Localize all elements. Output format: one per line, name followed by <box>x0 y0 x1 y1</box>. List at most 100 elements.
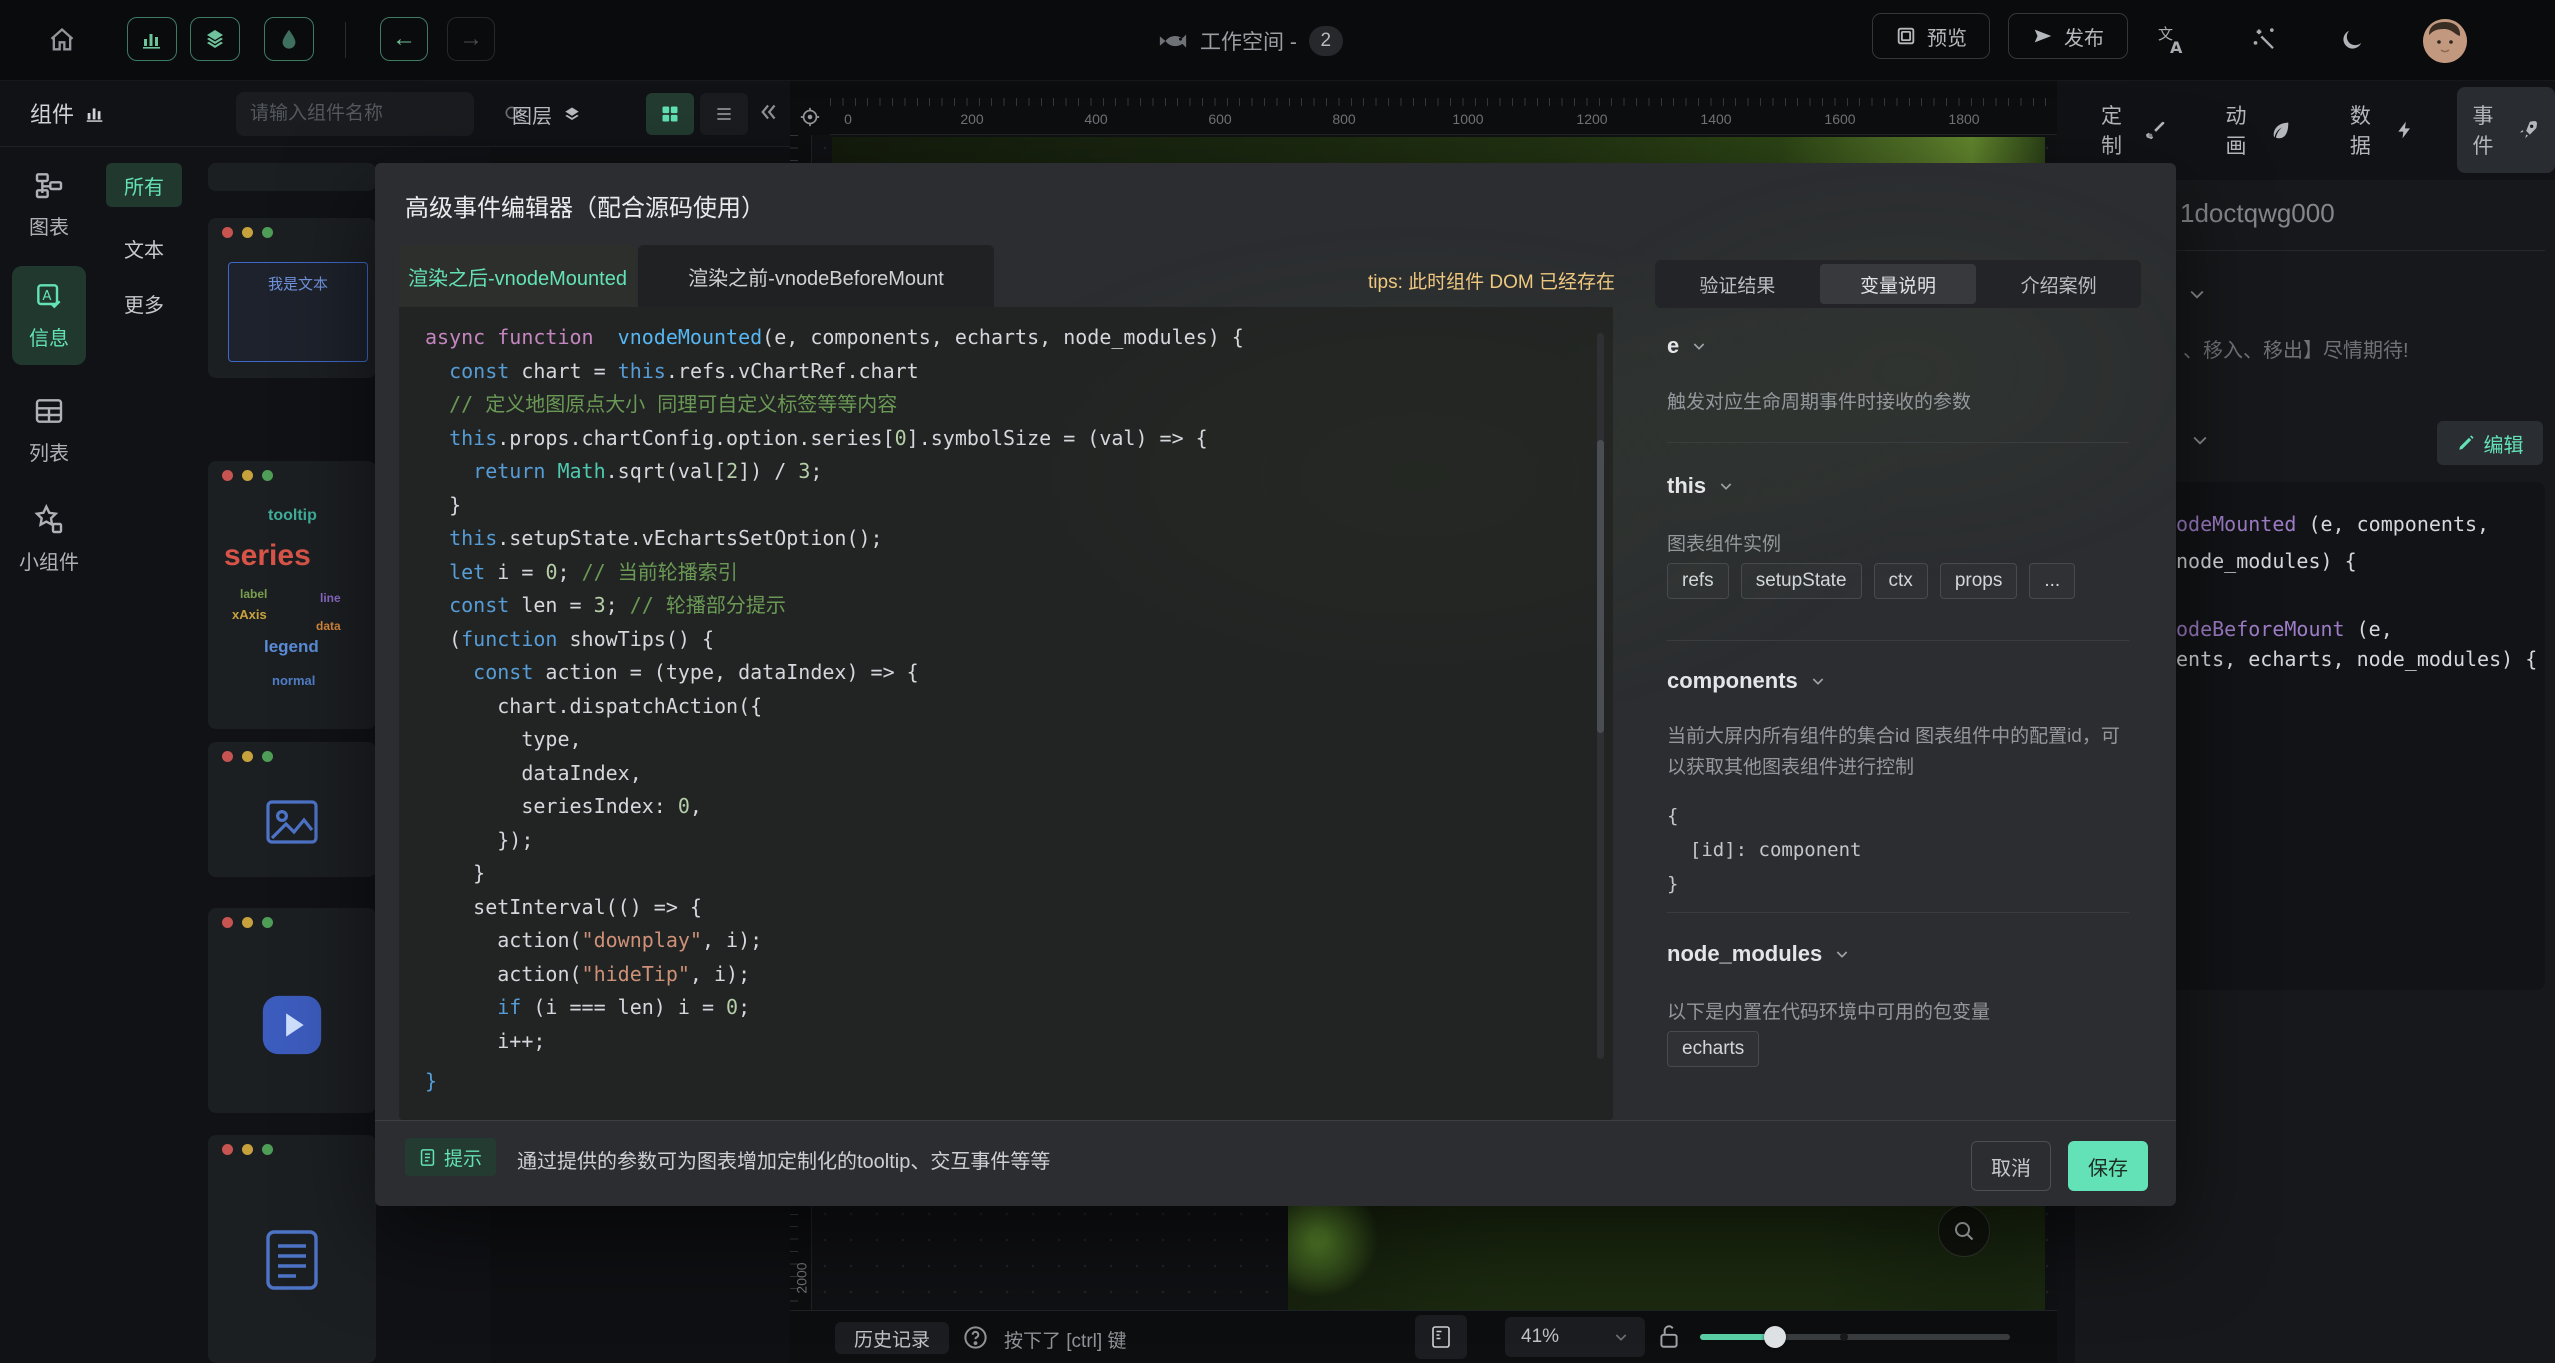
list-view-icon <box>714 104 734 124</box>
sidebar-item-charts[interactable]: 图表 <box>0 169 98 240</box>
chevron-down-icon <box>1718 478 1734 494</box>
sidebar-item-info[interactable]: A 信息 <box>12 266 86 365</box>
tab-variable-docs[interactable]: 变量说明 <box>1820 264 1977 304</box>
detail-panel-button[interactable] <box>1415 1315 1467 1359</box>
section-e[interactable]: e <box>1667 333 1707 359</box>
ruler-tick-label: 200 <box>960 111 983 127</box>
layers-mode-button[interactable] <box>190 17 240 61</box>
help-icon[interactable] <box>962 1324 989 1351</box>
layer-grid-view-button[interactable] <box>646 93 694 135</box>
collapse-panel-button[interactable] <box>754 97 780 127</box>
text-sample: 我是文本 <box>268 273 328 361</box>
tab-customize[interactable]: 定制 <box>2085 87 2183 173</box>
lock-icon[interactable] <box>1656 1322 1682 1352</box>
leaf-icon <box>2270 119 2292 141</box>
modal-title: 高级事件编辑器（配合源码使用） <box>405 188 765 223</box>
zoom-slider-thumb[interactable] <box>1764 1326 1786 1348</box>
tab-validation-result[interactable]: 验证结果 <box>1659 264 1816 304</box>
component-card-video[interactable] <box>208 908 376 1113</box>
category-all[interactable]: 所有 <box>106 163 182 207</box>
history-button[interactable]: 历史记录 <box>835 1322 949 1354</box>
section-this[interactable]: this <box>1667 473 1734 499</box>
docs-tabs: 验证结果 变量说明 介绍案例 <box>1655 260 2141 308</box>
section-components[interactable]: components <box>1667 668 1826 694</box>
component-card-text[interactable]: 我是文本 <box>208 218 376 378</box>
key-hint: 按下了 [ctrl] 键 <box>1004 1326 1126 1353</box>
ruler-corner[interactable] <box>790 98 830 135</box>
code-editor[interactable]: async function vnodeMounted(e, component… <box>399 307 1613 1120</box>
events-note: 、移入、移出】尽情期待! <box>2183 334 2409 363</box>
text-info-icon: A <box>33 280 65 312</box>
component-card-image[interactable] <box>208 742 376 877</box>
cancel-button[interactable]: 取消 <box>1971 1141 2051 1191</box>
undo-button[interactable]: ← <box>380 17 428 61</box>
redo-button[interactable]: → <box>447 17 495 61</box>
sidebar-item-list[interactable]: 列表 <box>0 395 98 466</box>
save-button[interactable]: 保存 <box>2068 1141 2148 1191</box>
search-input[interactable] <box>250 103 495 125</box>
code-lines[interactable]: async function vnodeMounted(e, component… <box>425 321 1583 1061</box>
section-this-desc: 图表组件实例 <box>1667 529 2129 560</box>
sidebar-item-widgets[interactable]: 小组件 <box>0 504 98 575</box>
components-title-label: 组件 <box>30 97 74 129</box>
chart-mode-button[interactable] <box>127 17 177 61</box>
tab-animation[interactable]: 动画 <box>2209 87 2307 173</box>
left-panel-header: 组件 图层 <box>0 81 790 147</box>
image-placeholder-icon <box>208 772 376 872</box>
publish-label: 发布 <box>2064 22 2104 51</box>
ruler-tick-label: 400 <box>1084 111 1107 127</box>
wordcloud-word: series <box>224 539 311 573</box>
components-title: 组件 <box>30 97 106 129</box>
canvas-content-top[interactable] <box>832 137 2045 163</box>
svg-text:A: A <box>2170 38 2183 56</box>
layer-list-view-button[interactable] <box>700 93 748 135</box>
workspace-label: 工作空间 - <box>1200 26 1297 56</box>
workspace-count-badge[interactable]: 2 <box>1309 26 1343 56</box>
magic-wand-button[interactable] <box>2244 20 2288 60</box>
tab-data[interactable]: 数据 <box>2334 87 2431 173</box>
variable-chip: ... <box>2029 563 2075 599</box>
tab-vnode-mounted[interactable]: 渲染之后-vnodeMounted <box>399 245 636 307</box>
preview-button[interactable]: 预览 <box>1872 13 1990 59</box>
component-card-partial[interactable] <box>208 163 376 191</box>
wordcloud-word: legend <box>264 637 319 657</box>
browser-window-icon <box>1895 25 1917 47</box>
sidebar-item-label: 信息 <box>29 322 69 351</box>
lightning-icon <box>2395 119 2415 141</box>
edit-event-button[interactable]: 编辑 <box>2437 421 2543 465</box>
category-text[interactable]: 文本 <box>106 226 182 270</box>
dark-mode-button[interactable] <box>2330 20 2374 60</box>
home-button[interactable] <box>38 16 86 64</box>
component-card-wordcloud[interactable]: tooltipseriesxAxislinelabellegenddatanor… <box>208 461 376 729</box>
canvas-content-bottom[interactable] <box>1288 1206 2045 1310</box>
variable-chip: refs <box>1667 563 1729 599</box>
send-icon <box>2032 25 2054 47</box>
editor-scrollbar <box>1597 333 1604 1059</box>
chevron-down-icon[interactable] <box>2190 430 2210 450</box>
tab-label: 动画 <box>2225 100 2260 160</box>
section-node-modules[interactable]: node_modules <box>1667 941 1850 967</box>
zoom-slider[interactable] <box>1700 1334 2010 1340</box>
zoom-select[interactable]: 41% <box>1505 1317 1645 1357</box>
publish-button[interactable]: 发布 <box>2008 13 2128 59</box>
tab-vnode-before-mount[interactable]: 渲染之前-vnodeBeforeMount <box>638 245 994 307</box>
section-components-desc: 当前大屏内所有组件的集合id 图表组件中的配置id，可以获取其他图表组件进行控制 <box>1667 721 2129 783</box>
ruler-tick-label: 0 <box>844 111 852 127</box>
wordcloud-word: label <box>240 587 267 601</box>
this-chips: refssetupStatectxprops... <box>1667 563 2075 599</box>
language-button[interactable]: 文A <box>2150 20 2194 60</box>
layers-small-icon <box>562 105 582 125</box>
tab-examples[interactable]: 介绍案例 <box>1980 264 2137 304</box>
tab-events[interactable]: 事件 <box>2457 87 2555 173</box>
category-more[interactable]: 更多 <box>106 281 182 325</box>
chevron-down-icon[interactable] <box>2187 284 2207 304</box>
component-card-list[interactable] <box>208 1135 376 1363</box>
theme-drop-button[interactable] <box>264 17 314 61</box>
editor-scrollbar-thumb[interactable] <box>1597 440 1604 733</box>
modal-footer: 提示 通过提供的参数可为图表增加定制化的tooltip、交互事件等等 取消 保存 <box>375 1120 2176 1206</box>
chevron-down-icon <box>1691 338 1707 354</box>
ruler-vertical-label: 2000 <box>794 1262 810 1293</box>
canvas-zoom-fab[interactable] <box>1938 1205 1990 1257</box>
user-avatar[interactable] <box>2423 19 2467 63</box>
divider <box>1667 640 2129 641</box>
